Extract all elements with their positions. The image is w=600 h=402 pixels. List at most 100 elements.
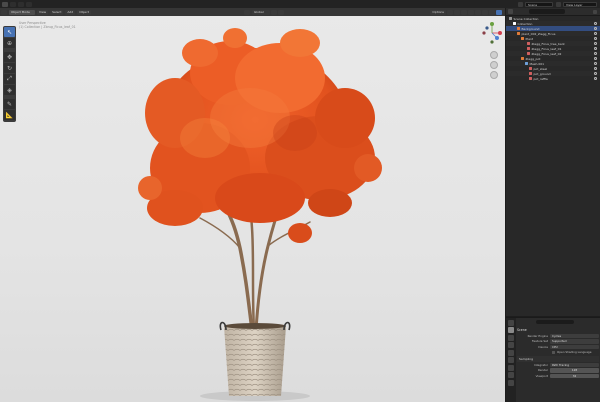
visibility-eye-icon[interactable]	[594, 62, 597, 65]
gizmo-toggle-icon[interactable]	[454, 9, 460, 15]
outliner-item-label: pot_ground	[533, 71, 551, 76]
proportional-edit-icon[interactable]	[278, 9, 284, 15]
outliner-panel: Scene Collection Collection Background plan…	[506, 8, 600, 316]
shading-rendered-icon[interactable]	[496, 9, 502, 15]
viewport-samples-row: Viewport 32	[517, 373, 599, 379]
properties-search-input[interactable]	[536, 319, 574, 324]
blender-logo-icon[interactable]	[2, 1, 8, 7]
navigation-gizmo[interactable]	[479, 18, 505, 79]
shading-material-icon[interactable]	[489, 9, 495, 15]
render-samples-field[interactable]: 128	[550, 368, 599, 373]
viewport-header: Object Mode View Select Add Object Globa…	[0, 8, 505, 16]
pan-icon[interactable]	[490, 61, 498, 69]
render-samples-row: Render 128	[517, 368, 599, 374]
visibility-eye-icon[interactable]	[594, 67, 597, 70]
render-tab-icon[interactable]	[508, 327, 514, 333]
visibility-eye-icon[interactable]	[594, 37, 597, 40]
scene-selector[interactable]: Scene	[525, 1, 553, 7]
tool-tab-icon[interactable]	[508, 319, 514, 326]
outliner-item-icon	[527, 52, 530, 55]
object-tab-icon[interactable]	[508, 364, 514, 371]
visibility-eye-icon[interactable]	[594, 27, 597, 30]
axis-gizmo-icon[interactable]	[479, 18, 505, 48]
visibility-eye-icon[interactable]	[594, 47, 597, 50]
move-tool-icon[interactable]: ✥	[4, 52, 15, 62]
tool-shelf: ↖ ⊕ ✥ ↻ ⤢ ◈ ✎ 📐	[3, 26, 16, 122]
output-tab-icon[interactable]	[508, 334, 514, 341]
render-engine-dropdown[interactable]: Cycles	[550, 333, 599, 338]
active-object-info: (1) Collection | Zbrug_Ficus_leaf_01	[19, 25, 76, 29]
shading-solid-icon[interactable]	[482, 9, 488, 15]
outliner-item-label: Ziegg_pot	[525, 56, 541, 61]
overlay-toggle-icon[interactable]	[461, 9, 467, 15]
visibility-eye-icon[interactable]	[594, 32, 597, 35]
transform-tool-icon[interactable]: ◈	[4, 85, 15, 95]
menu-view[interactable]: View	[37, 9, 49, 15]
camera-view-icon[interactable]	[490, 71, 498, 79]
integrator-dropdown[interactable]: Path Tracing	[550, 362, 599, 367]
menu-file[interactable]	[10, 1, 16, 7]
filter-icon[interactable]	[593, 9, 597, 14]
editor-type-icon[interactable]	[1, 9, 7, 15]
outliner-item-icon	[529, 67, 532, 70]
visibility-icon[interactable]	[447, 9, 453, 15]
outliner-item-icon	[517, 27, 520, 30]
view-layer-tab-icon[interactable]	[508, 342, 514, 348]
viewport-samples-label: Viewport	[535, 373, 548, 378]
outliner-item-icon	[529, 72, 532, 75]
shading-wireframe-icon[interactable]	[475, 9, 481, 15]
viewport-info-text: User Perspective (1) Collection | Zbrug_…	[19, 21, 76, 29]
zoom-icon[interactable]	[490, 51, 498, 59]
device-label: Device	[538, 344, 548, 349]
visibility-eye-icon[interactable]	[594, 57, 597, 60]
render-preview	[138, 28, 382, 401]
rotate-tool-icon[interactable]: ↻	[4, 63, 15, 73]
annotate-tool-icon[interactable]: ✎	[4, 99, 15, 109]
visibility-eye-icon[interactable]	[594, 77, 597, 80]
transform-orientation-icon[interactable]	[244, 9, 250, 15]
3d-viewport[interactable]: Object Mode View Select Add Object Globa…	[0, 8, 505, 402]
world-tab-icon[interactable]	[508, 357, 514, 363]
material-tab-icon[interactable]	[508, 372, 514, 378]
xray-icon[interactable]	[468, 9, 474, 15]
outliner-item-label: Background	[521, 26, 540, 31]
menu-edit[interactable]	[18, 1, 24, 7]
select-tool-icon[interactable]: ↖	[4, 27, 15, 37]
view-layer-selector[interactable]: View Layer	[563, 1, 597, 7]
menu-select[interactable]: Select	[50, 9, 64, 15]
outliner-item-icon	[517, 32, 520, 35]
options-dropdown[interactable]: Options	[430, 9, 446, 15]
menu-object[interactable]: Object	[77, 9, 91, 15]
feature-set-row: Feature Set Supported	[517, 339, 599, 345]
outliner-row[interactable]: pot_raffia	[506, 76, 600, 81]
outliner-search-input[interactable]	[529, 9, 565, 14]
view-layer-icon[interactable]	[556, 1, 561, 7]
outliner-item-label: Mesh.001	[529, 61, 545, 66]
visibility-eye-icon[interactable]	[594, 52, 597, 55]
outliner-tree: Scene Collection Collection Background plan…	[506, 16, 600, 81]
osl-checkbox[interactable]	[552, 350, 555, 354]
visibility-eye-icon[interactable]	[594, 42, 597, 45]
visibility-eye-icon[interactable]	[594, 72, 597, 75]
measure-tool-icon[interactable]: 📐	[4, 110, 15, 120]
object-mode-dropdown[interactable]: Object Mode	[9, 9, 35, 15]
scene-tab-icon[interactable]	[508, 349, 514, 356]
scale-tool-icon[interactable]: ⤢	[4, 74, 15, 84]
osl-label: Open Shading Language	[557, 350, 592, 355]
properties-tabs	[506, 318, 516, 402]
menu-render[interactable]	[26, 1, 32, 7]
viewport-samples-field[interactable]: 32	[550, 373, 599, 378]
cursor-tool-icon[interactable]: ⊕	[4, 38, 15, 48]
visibility-eye-icon[interactable]	[594, 22, 597, 25]
feature-set-dropdown[interactable]: Supported	[550, 339, 599, 344]
scene-icon[interactable]	[518, 1, 523, 7]
outliner-item-label: pot_raffia	[533, 76, 548, 81]
texture-tab-icon[interactable]	[508, 379, 514, 386]
snap-icon[interactable]	[271, 9, 277, 15]
outliner-item-label: Plant	[525, 36, 534, 41]
outliner-display-mode-icon[interactable]	[508, 9, 513, 14]
menu-add[interactable]: Add	[65, 9, 76, 15]
device-dropdown[interactable]: CPU	[550, 344, 599, 349]
render-samples-label: Render	[538, 368, 548, 373]
transform-orientation-dropdown[interactable]: Global	[252, 9, 270, 15]
